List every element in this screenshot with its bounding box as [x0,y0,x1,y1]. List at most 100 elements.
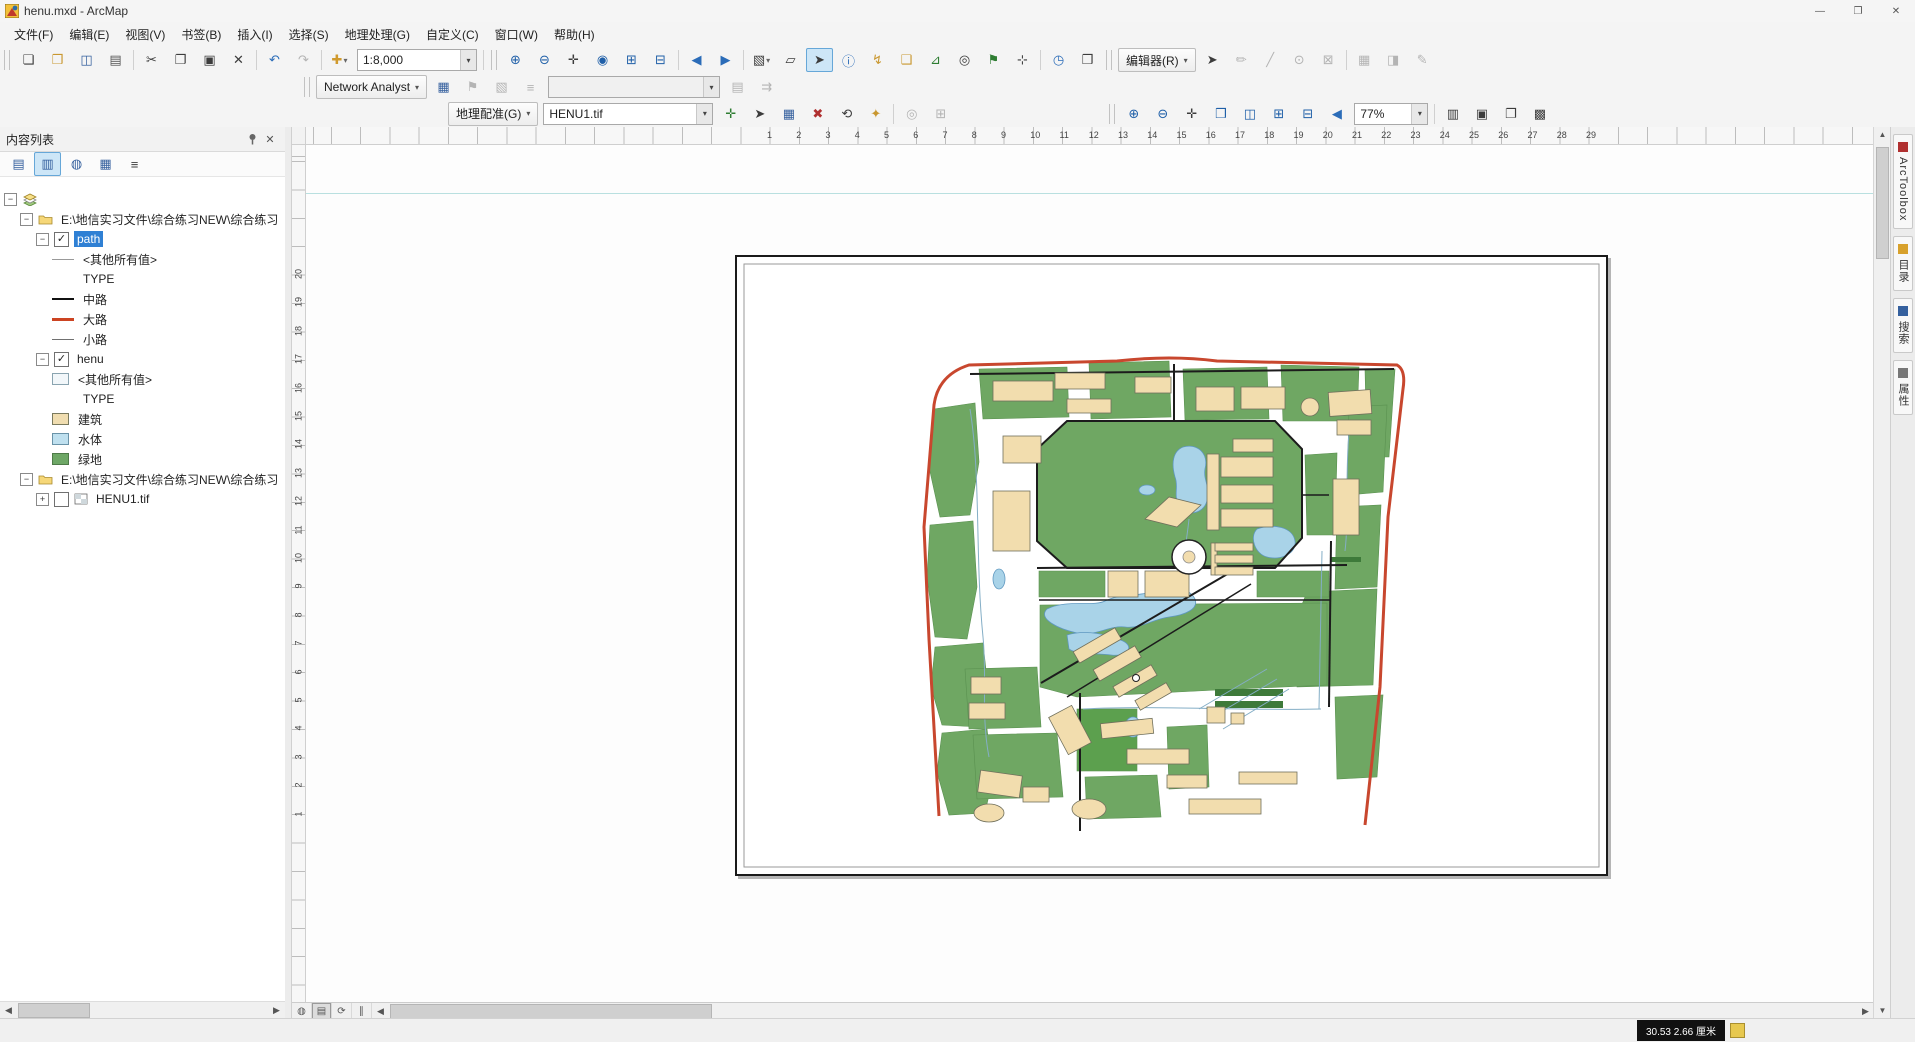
toc-node-henu[interactable]: − ✓ henu [0,349,285,369]
toc-node-dataframe[interactable]: − [0,189,285,209]
layer-visibility-checkbox[interactable] [54,491,69,507]
layer-label[interactable]: <其他所有值> [80,250,160,269]
legend-symbol[interactable] [52,373,69,385]
layout-view-button[interactable]: ▤ [312,1003,332,1019]
toc-node-HENU1.tif[interactable]: + HENU1.tif [0,489,285,509]
toc-node-水体[interactable]: 水体 [0,429,285,449]
toc-node-<其他所有值>[interactable]: <其他所有值> [0,249,285,269]
edit-tool[interactable]: ➤ [1199,48,1226,72]
list-by-source-button[interactable]: ▥ [34,152,61,176]
legend-symbol[interactable] [52,433,69,445]
create-network-location-tool[interactable]: ⚑ [459,75,486,99]
cut-button[interactable]: ✂ [138,48,165,72]
legend-symbol[interactable] [52,298,74,300]
layer-visibility-checkbox[interactable]: ✓ [54,351,69,367]
network-build-button[interactable]: ▤ [724,75,751,99]
select-link-tool[interactable]: ➤ [746,102,773,126]
legend-symbol[interactable] [52,453,69,465]
menu-自定义C[interactable]: 自定义(C) [418,23,487,46]
print-button[interactable]: ▤ [102,48,129,72]
georeferencing-menu[interactable]: 地理配准(G) ▾ [448,101,539,126]
dock-tab-属性[interactable]: 属性 [1893,360,1913,416]
toolbar-grip[interactable] [4,50,10,70]
scroll-left-icon[interactable]: ◀ [0,1005,17,1016]
html-popup-tool[interactable]: ❑ [893,48,920,72]
menu-编辑E[interactable]: 编辑(E) [61,23,117,46]
expand-expander-icon[interactable]: + [36,492,49,506]
open-document-button[interactable]: ❒ [44,48,71,72]
network-analyst-window-button[interactable]: ▦ [430,75,457,99]
editor-menu[interactable]: 编辑器(R) ▾ [1118,48,1196,72]
menu-书签B[interactable]: 书签(B) [173,23,229,46]
layout-canvas[interactable] [306,145,1874,1002]
combo-dropdown-icon[interactable]: ▾ [696,103,713,124]
layer-label[interactable]: E:\地信实习文件\综合练习NEW\综合练习 [58,470,281,489]
viewer-link-button[interactable]: ◎ [898,102,925,126]
layer-label[interactable]: 小路 [80,330,110,349]
dock-tab-搜索[interactable]: 搜索 [1893,298,1913,354]
combo-dropdown-icon[interactable]: ▾ [1411,103,1428,124]
find-tool[interactable]: ◎ [951,48,978,72]
refresh-view-button[interactable]: ⟳ [332,1003,352,1019]
delete-button[interactable]: ✕ [225,48,252,72]
network-dataset-combo[interactable]: ▾ [548,76,721,98]
menu-地理处理G[interactable]: 地理处理(G) [337,23,418,46]
full-extent-button[interactable]: ◉ [589,48,616,72]
toc-node-大路[interactable]: 大路 [0,309,285,329]
layout-page[interactable] [735,255,1608,876]
directions-button[interactable]: ≡ [517,75,544,99]
collapse-expander-icon[interactable]: − [20,472,33,486]
layout-fixed-zoom-out-button[interactable]: ⊟ [1294,102,1321,126]
toc-horizontal-scrollbar[interactable]: ◀ ▶ [0,1001,285,1019]
collapse-expander-icon[interactable]: − [20,212,33,226]
layout-zoom-percent-combo[interactable]: 77% ▾ [1354,102,1429,125]
toc-node-path[interactable]: − ✓ path [0,229,285,249]
toc-node-绿地[interactable]: 绿地 [0,449,285,469]
map-horizontal-scrollbar[interactable]: ◍ ▤ ⟳ ∥ ◀ ▶ [292,1002,1874,1019]
network-analyst-menu[interactable]: Network Analyst ▾ [316,75,428,99]
scroll-up-icon[interactable]: ▲ [1874,127,1891,143]
scroll-right-icon[interactable]: ▶ [1857,1006,1874,1017]
layer-label[interactable]: <其他所有值> [75,370,155,389]
layer-label[interactable]: TYPE [80,271,117,287]
toc-options-button[interactable]: ≡ [121,152,148,176]
undo-button[interactable]: ↶ [261,48,288,72]
layer-label[interactable]: 水体 [75,430,105,449]
pin-panel-icon[interactable] [243,130,261,148]
map-vertical-scrollbar[interactable]: ▲ ▼ [1873,127,1891,1019]
combo-dropdown-icon[interactable]: ▾ [460,50,476,70]
fixed-zoom-in-button[interactable]: ⊞ [618,48,645,72]
georeferencing-layer-combo[interactable]: HENU1.tif ▾ [543,102,714,125]
toc-node-TYPE[interactable]: TYPE [0,389,285,409]
link-table-button[interactable]: ▦ [775,102,802,126]
endpoint-arc-tool[interactable]: ⊙ [1286,48,1313,72]
menu-选择S[interactable]: 选择(S) [281,23,337,46]
toolbar-grip[interactable] [304,77,310,97]
straight-segment-tool[interactable]: ╱ [1257,48,1284,72]
toc-node-中路[interactable]: 中路 [0,289,285,309]
scroll-right-icon[interactable]: ▶ [268,1005,285,1016]
find-route-button[interactable]: ⚑ [980,48,1007,72]
list-by-selection-button[interactable]: ▦ [92,152,119,176]
layer-label[interactable]: E:\地信实习文件\综合练习NEW\综合练习 [58,210,281,229]
toc-node-E:\地信实习文件\综合练习NEW\综合练习[interactable]: − E:\地信实习文件\综合练习NEW\综合练习 [0,209,285,229]
layer-label[interactable]: henu [74,351,107,367]
layout-zoom-out-tool[interactable]: ⊖ [1149,102,1176,126]
edit-annotation-tool[interactable]: ✏ [1228,48,1255,72]
legend-symbol[interactable] [52,317,74,321]
focus-data-frame-button[interactable]: ▣ [1468,102,1495,126]
identify-tool[interactable]: ⓘ [835,48,862,72]
layout-fixed-zoom-in-button[interactable]: ⊞ [1265,102,1292,126]
combo-dropdown-icon[interactable]: ▾ [703,77,720,97]
paste-button[interactable]: ▣ [196,48,223,72]
add-control-points-tool[interactable]: ✛ [717,102,744,126]
copy-button[interactable]: ❐ [167,48,194,72]
select-features-tool[interactable]: ▧ ▾ [748,48,775,72]
close-button[interactable]: ✕ [1877,0,1915,22]
layer-label[interactable] [43,198,49,200]
go-forward-extent-button[interactable]: ▶ [712,48,739,72]
list-by-drawing-order-button[interactable]: ▤ [5,152,32,176]
menu-文件F[interactable]: 文件(F) [6,23,61,46]
zoom-out-tool[interactable]: ⊖ [531,48,558,72]
legend-symbol[interactable] [52,413,69,425]
